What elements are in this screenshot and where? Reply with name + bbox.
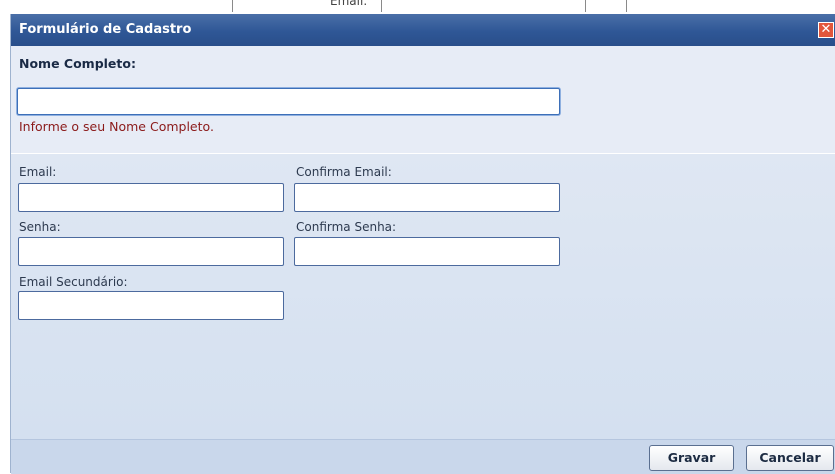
password-input[interactable]: [18, 237, 284, 266]
registration-dialog: Formulário de Cadastro ✕ Nome Completo: …: [10, 14, 835, 474]
confirm-password-input[interactable]: [294, 237, 560, 266]
cancel-button[interactable]: Cancelar: [746, 445, 834, 471]
form-fields-section: Email: Confirma Email: Senha: Confirma S…: [11, 154, 835, 439]
confirm-email-input[interactable]: [294, 183, 560, 212]
background-divider: [232, 0, 233, 12]
dialog-footer: Gravar Cancelar: [11, 439, 835, 474]
password-label: Senha:: [19, 220, 61, 234]
email-input[interactable]: [18, 183, 284, 212]
confirm-password-label: Confirma Senha:: [296, 220, 397, 234]
full-name-section: Nome Completo: Informe o seu Nome Comple…: [11, 46, 835, 154]
full-name-error: Informe o seu Nome Completo.: [19, 119, 214, 134]
background-divider: [626, 0, 627, 12]
full-name-input[interactable]: [17, 88, 560, 115]
background-window-strip: Email:: [0, 0, 835, 14]
dialog-title: Formulário de Cadastro: [19, 22, 192, 37]
secondary-email-input[interactable]: [18, 291, 284, 320]
close-icon[interactable]: ✕: [818, 22, 834, 38]
email-label: Email:: [19, 165, 57, 179]
background-label: Email:: [330, 0, 368, 8]
save-button[interactable]: Gravar: [649, 445, 734, 471]
full-name-label: Nome Completo:: [19, 56, 136, 71]
background-divider: [585, 0, 586, 12]
dialog-titlebar[interactable]: Formulário de Cadastro ✕: [11, 14, 835, 46]
secondary-email-label: Email Secundário:: [19, 275, 128, 289]
background-divider: [381, 0, 382, 12]
confirm-email-label: Confirma Email:: [296, 165, 392, 179]
